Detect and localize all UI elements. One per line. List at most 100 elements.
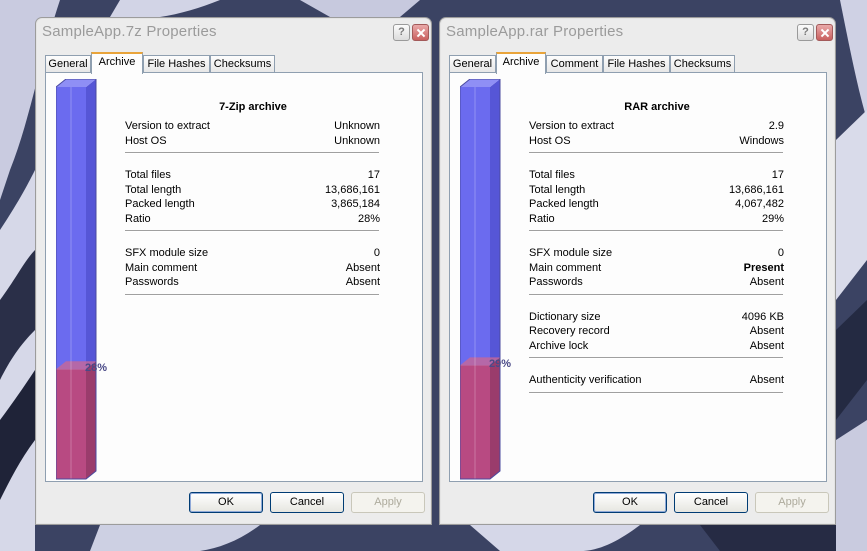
compression-ratio-label: 29% — [489, 358, 512, 371]
compression-ratio-gauge — [56, 79, 97, 480]
gauge-used-side — [490, 357, 500, 479]
property-row: SFX module size 0 — [529, 246, 785, 260]
property-label: Ratio — [529, 212, 555, 225]
property-row: Version to extract Unknown — [125, 119, 381, 133]
property-value: Absent — [749, 339, 784, 352]
property-value: Absent — [749, 374, 784, 386]
property-row: Authenticity verification Absent — [529, 373, 785, 387]
property-row: Host OS Unknown — [125, 134, 381, 148]
property-value: 13,686,161 — [728, 183, 784, 196]
property-row: Ratio 28% — [125, 212, 381, 226]
tab-archive[interactable]: Archive — [496, 52, 546, 74]
property-label: Host OS — [529, 134, 571, 147]
property-label: Packed length — [125, 198, 195, 210]
property-label: Recovery record — [529, 325, 610, 337]
separator — [125, 230, 379, 232]
property-value: 17 — [367, 169, 380, 181]
property-value: 17 — [771, 169, 784, 181]
archive-type-title: 7-Zip archive — [219, 101, 287, 113]
property-row: Total length 13,686,161 — [125, 183, 381, 197]
title-bar[interactable]: SampleApp.7z Properties ? — [36, 18, 431, 46]
property-label: Packed length — [529, 198, 599, 210]
property-label: Dictionary size — [529, 310, 601, 323]
compression-ratio-gauge — [460, 79, 501, 480]
property-label: Main comment — [125, 261, 198, 274]
property-label: Archive lock — [529, 339, 589, 352]
ok-button[interactable]: OK — [593, 492, 667, 513]
property-row: Archive lock Absent — [529, 339, 785, 353]
property-label: Passwords — [125, 276, 179, 288]
property-row: Total files 17 — [125, 168, 381, 182]
tab-file-hashes[interactable]: File Hashes — [603, 55, 670, 73]
property-value: 0 — [373, 247, 380, 259]
tab-file-hashes[interactable]: File Hashes — [143, 55, 210, 73]
property-label: Ratio — [125, 212, 151, 225]
property-value: Absent — [749, 276, 784, 288]
tab-general[interactable]: General — [45, 55, 91, 73]
property-row: SFX module size 0 — [125, 246, 381, 260]
property-row: Total length 13,686,161 — [529, 183, 785, 197]
close-button[interactable] — [816, 24, 833, 41]
property-label: Total length — [529, 183, 586, 196]
title-bar[interactable]: SampleApp.rar Properties ? — [440, 18, 835, 46]
property-label: Total files — [125, 169, 171, 181]
ok-button[interactable]: OK — [189, 492, 263, 513]
help-button[interactable]: ? — [797, 24, 814, 41]
help-button[interactable]: ? — [393, 24, 410, 41]
apply-button[interactable]: Apply — [351, 492, 425, 513]
separator — [125, 293, 379, 296]
tab-comment[interactable]: Comment — [546, 55, 603, 73]
property-row: Main comment Absent — [125, 261, 381, 275]
property-label: SFX module size — [125, 247, 209, 259]
tab-archive[interactable]: Archive — [91, 52, 143, 74]
property-label: Version to extract — [529, 120, 614, 132]
property-label: Total files — [529, 169, 575, 181]
archive-panel: 29% RAR archive Version to extract 2.9 Host… — [449, 72, 827, 482]
property-value: Present — [743, 261, 784, 274]
separator — [529, 152, 783, 154]
property-value: Unknown — [334, 120, 380, 132]
cancel-button[interactable]: Cancel — [270, 492, 344, 513]
property-row: Version to extract 2.9 — [529, 119, 785, 133]
archive-panel: 28% 7-Zip archive Version to extract Unkno… — [45, 72, 423, 482]
property-value: Unknown — [334, 134, 380, 147]
gauge-free-side — [86, 79, 96, 370]
property-value: Absent — [749, 325, 784, 337]
close-button[interactable] — [412, 24, 429, 41]
gauge-free-side — [490, 79, 500, 366]
dialog-title: SampleApp.rar Properties — [446, 23, 624, 40]
compression-ratio-label: 28% — [85, 362, 108, 375]
property-row: Host OS Windows — [529, 134, 785, 148]
gauge-used-side — [86, 361, 96, 479]
property-value: 3,865,184 — [331, 198, 380, 210]
separator — [529, 391, 783, 394]
property-row: Packed length 3,865,184 — [125, 197, 381, 211]
separator — [529, 230, 783, 232]
property-value: 28% — [357, 212, 380, 225]
properties-dialog-rar: SampleApp.rar Properties ? General Archi… — [439, 17, 836, 525]
property-label: Version to extract — [125, 120, 210, 132]
apply-button[interactable]: Apply — [755, 492, 829, 513]
property-label: Total length — [125, 183, 182, 196]
property-label: Main comment — [529, 261, 602, 274]
property-value: 0 — [777, 247, 784, 259]
property-row: Recovery record Absent — [529, 324, 785, 338]
property-row: Total files 17 — [529, 168, 785, 182]
property-row: Ratio 29% — [529, 212, 785, 226]
separator — [529, 357, 783, 359]
property-row: Main comment Present — [529, 261, 785, 275]
property-value: 4096 KB — [741, 310, 784, 323]
property-value: 4,067,482 — [735, 198, 784, 210]
archive-type-title: RAR archive — [624, 101, 690, 113]
tab-checksums[interactable]: Checksums — [210, 55, 275, 73]
tab-general[interactable]: General — [449, 55, 496, 73]
properties-dialog-7z: SampleApp.7z Properties ? General Archiv… — [35, 17, 432, 525]
property-label: SFX module size — [529, 247, 613, 259]
separator — [125, 152, 379, 154]
cancel-button[interactable]: Cancel — [674, 492, 748, 513]
property-row: Dictionary size 4096 KB — [529, 310, 785, 324]
property-label: Host OS — [125, 134, 167, 147]
tab-checksums[interactable]: Checksums — [670, 55, 735, 73]
dialog-title: SampleApp.7z Properties — [42, 23, 217, 40]
property-row: Passwords Absent — [125, 275, 381, 289]
